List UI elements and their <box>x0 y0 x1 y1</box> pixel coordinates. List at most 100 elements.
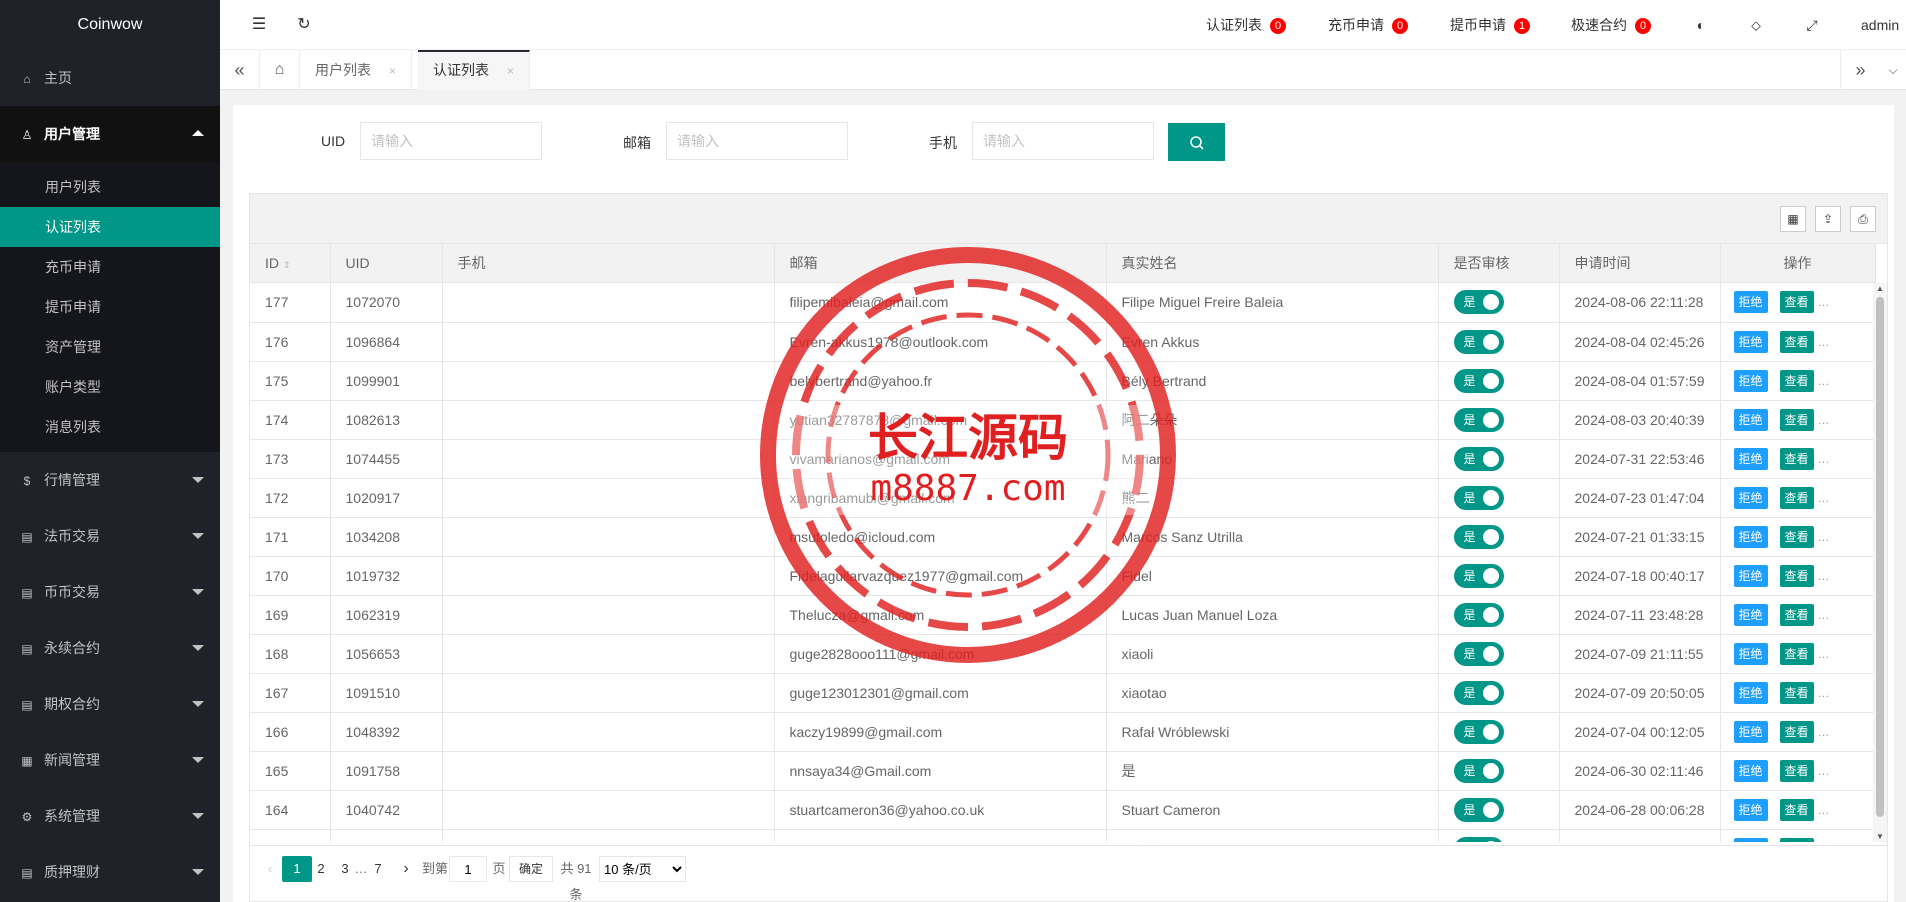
sidebar-item-staking[interactable]: ▤ 质押理财 <box>0 844 220 900</box>
print-icon[interactable]: ⎙ <box>1850 206 1876 232</box>
more-actions[interactable]: … <box>1818 530 1830 544</box>
sidebar-subitem-message-list[interactable]: 消息列表 <box>0 407 220 447</box>
scroll-down-icon[interactable]: ▼ <box>1876 832 1884 841</box>
header-nav-withdraw[interactable]: 提币申请 1 <box>1450 0 1530 50</box>
sidebar-item-options[interactable]: ▤ 期权合约 <box>0 676 220 732</box>
tab-user-list[interactable]: 用户列表 × <box>300 50 413 90</box>
more-actions[interactable]: … <box>1818 374 1830 388</box>
reject-button[interactable]: 拒绝 <box>1733 642 1768 665</box>
view-button[interactable]: 查看 <box>1779 798 1814 821</box>
column-header-id[interactable]: ID ⇕ <box>250 244 331 283</box>
more-actions[interactable]: … <box>1818 725 1830 739</box>
sidebar-item-system[interactable]: ⚙ 系统管理 <box>0 788 220 844</box>
more-actions[interactable]: … <box>1818 295 1830 309</box>
tabs-scroll-right-icon[interactable]: » <box>1840 50 1880 90</box>
view-button[interactable]: 查看 <box>1779 603 1814 626</box>
review-toggle[interactable]: 是 <box>1453 446 1504 471</box>
sidebar-subitem-account-types[interactable]: 账户类型 <box>0 367 220 407</box>
more-actions[interactable]: … <box>1818 686 1830 700</box>
view-button[interactable]: 查看 <box>1779 486 1814 509</box>
prev-page-icon[interactable]: ‹ <box>262 856 278 882</box>
reject-button[interactable]: 拒绝 <box>1733 837 1768 842</box>
more-actions[interactable]: … <box>1818 569 1830 583</box>
review-toggle[interactable]: 是 <box>1453 407 1504 432</box>
sidebar-subitem-user-list[interactable]: 用户列表 <box>0 167 220 207</box>
more-actions[interactable]: … <box>1818 647 1830 661</box>
home-tab-icon[interactable]: ⌂ <box>260 50 300 90</box>
review-toggle[interactable]: 是 <box>1453 368 1504 393</box>
review-toggle[interactable]: 是 <box>1453 485 1504 510</box>
sidebar-subitem-withdraw-requests[interactable]: 提币申请 <box>0 287 220 327</box>
reject-button[interactable]: 拒绝 <box>1733 759 1768 782</box>
header-nav-fast-contract[interactable]: 极速合约 0 <box>1571 0 1651 50</box>
sidebar-subitem-verification-list[interactable]: 认证列表 <box>0 207 220 247</box>
review-toggle[interactable]: 是 <box>1453 602 1504 627</box>
close-icon[interactable]: × <box>389 64 396 78</box>
page-current[interactable]: 1 <box>282 856 312 882</box>
page-3[interactable]: 3 <box>337 856 353 882</box>
table-body-scroll[interactable]: 177 1072070 filipemibaleia@gmail.com Filipe… <box>250 283 1889 842</box>
sidebar-item-market[interactable]: $ 行情管理 <box>0 452 220 508</box>
review-toggle[interactable]: 是 <box>1453 641 1504 666</box>
email-input[interactable] <box>666 122 848 160</box>
header-nav-deposit[interactable]: 充币申请 0 <box>1328 0 1408 50</box>
review-toggle[interactable]: 是 <box>1453 719 1504 744</box>
goto-page-input[interactable] <box>449 856 487 882</box>
review-toggle[interactable]: 是 <box>1453 290 1504 315</box>
view-button[interactable]: 查看 <box>1779 837 1814 842</box>
tabs-scroll-left-icon[interactable]: « <box>220 50 260 90</box>
review-toggle[interactable]: 是 <box>1453 329 1504 354</box>
review-toggle[interactable]: 是 <box>1453 797 1504 822</box>
view-button[interactable]: 查看 <box>1779 642 1814 665</box>
review-toggle[interactable]: 是 <box>1453 758 1504 783</box>
review-toggle[interactable]: 是 <box>1453 836 1504 842</box>
vertical-scrollbar[interactable]: ▲ ▼ <box>1873 283 1887 842</box>
reject-button[interactable]: 拒绝 <box>1733 291 1768 314</box>
theme-palette-icon[interactable]: ◐ <box>1690 14 1712 36</box>
reject-button[interactable]: 拒绝 <box>1733 525 1768 548</box>
reject-button[interactable]: 拒绝 <box>1733 603 1768 626</box>
fullscreen-icon[interactable]: ⤢ <box>1801 14 1823 36</box>
view-button[interactable]: 查看 <box>1779 291 1814 314</box>
more-actions[interactable]: … <box>1818 842 1830 843</box>
user-menu[interactable]: admin <box>1861 0 1899 50</box>
more-actions[interactable]: … <box>1818 764 1830 778</box>
page-last[interactable]: 7 <box>370 856 386 882</box>
next-page-icon[interactable]: › <box>398 856 414 882</box>
reject-button[interactable]: 拒绝 <box>1733 486 1768 509</box>
review-toggle[interactable]: 是 <box>1453 524 1504 549</box>
scroll-up-icon[interactable]: ▲ <box>1876 284 1884 293</box>
sidebar-item-coin-trading[interactable]: ▤ 币币交易 <box>0 564 220 620</box>
export-icon[interactable]: ⇪ <box>1815 206 1841 232</box>
reject-button[interactable]: 拒绝 <box>1733 720 1768 743</box>
close-icon[interactable]: × <box>507 64 514 78</box>
view-button[interactable]: 查看 <box>1779 564 1814 587</box>
sort-icon[interactable]: ⇕ <box>283 260 291 270</box>
view-button[interactable]: 查看 <box>1779 408 1814 431</box>
sidebar-item-user-management[interactable]: ♙ 用户管理 <box>0 106 220 162</box>
view-button[interactable]: 查看 <box>1779 720 1814 743</box>
more-actions[interactable]: … <box>1818 335 1830 349</box>
reject-button[interactable]: 拒绝 <box>1733 369 1768 392</box>
sidebar-item-fiat-trading[interactable]: ▤ 法币交易 <box>0 508 220 564</box>
more-actions[interactable]: … <box>1818 452 1830 466</box>
more-actions[interactable]: … <box>1818 413 1830 427</box>
refresh-icon[interactable]: ↻ <box>293 14 315 36</box>
sidebar-subitem-deposit-requests[interactable]: 充币申请 <box>0 247 220 287</box>
phone-input[interactable] <box>972 122 1154 160</box>
collapse-menu-icon[interactable]: ☰ <box>248 14 270 36</box>
sidebar-item-perpetual[interactable]: ▤ 永续合约 <box>0 620 220 676</box>
tag-icon[interactable]: ⬦ <box>1745 14 1767 36</box>
header-nav-verification[interactable]: 认证列表 0 <box>1206 0 1286 50</box>
scrollbar-thumb[interactable] <box>1876 297 1884 817</box>
more-actions[interactable]: … <box>1818 803 1830 817</box>
reject-button[interactable]: 拒绝 <box>1733 798 1768 821</box>
page-2[interactable]: 2 <box>313 856 329 882</box>
columns-filter-icon[interactable]: ▦ <box>1780 206 1806 232</box>
view-button[interactable]: 查看 <box>1779 681 1814 704</box>
review-toggle[interactable]: 是 <box>1453 563 1504 588</box>
more-actions[interactable]: … <box>1818 608 1830 622</box>
tab-verification-list[interactable]: 认证列表 × <box>418 50 531 90</box>
view-button[interactable]: 查看 <box>1779 369 1814 392</box>
uid-input[interactable] <box>360 122 542 160</box>
